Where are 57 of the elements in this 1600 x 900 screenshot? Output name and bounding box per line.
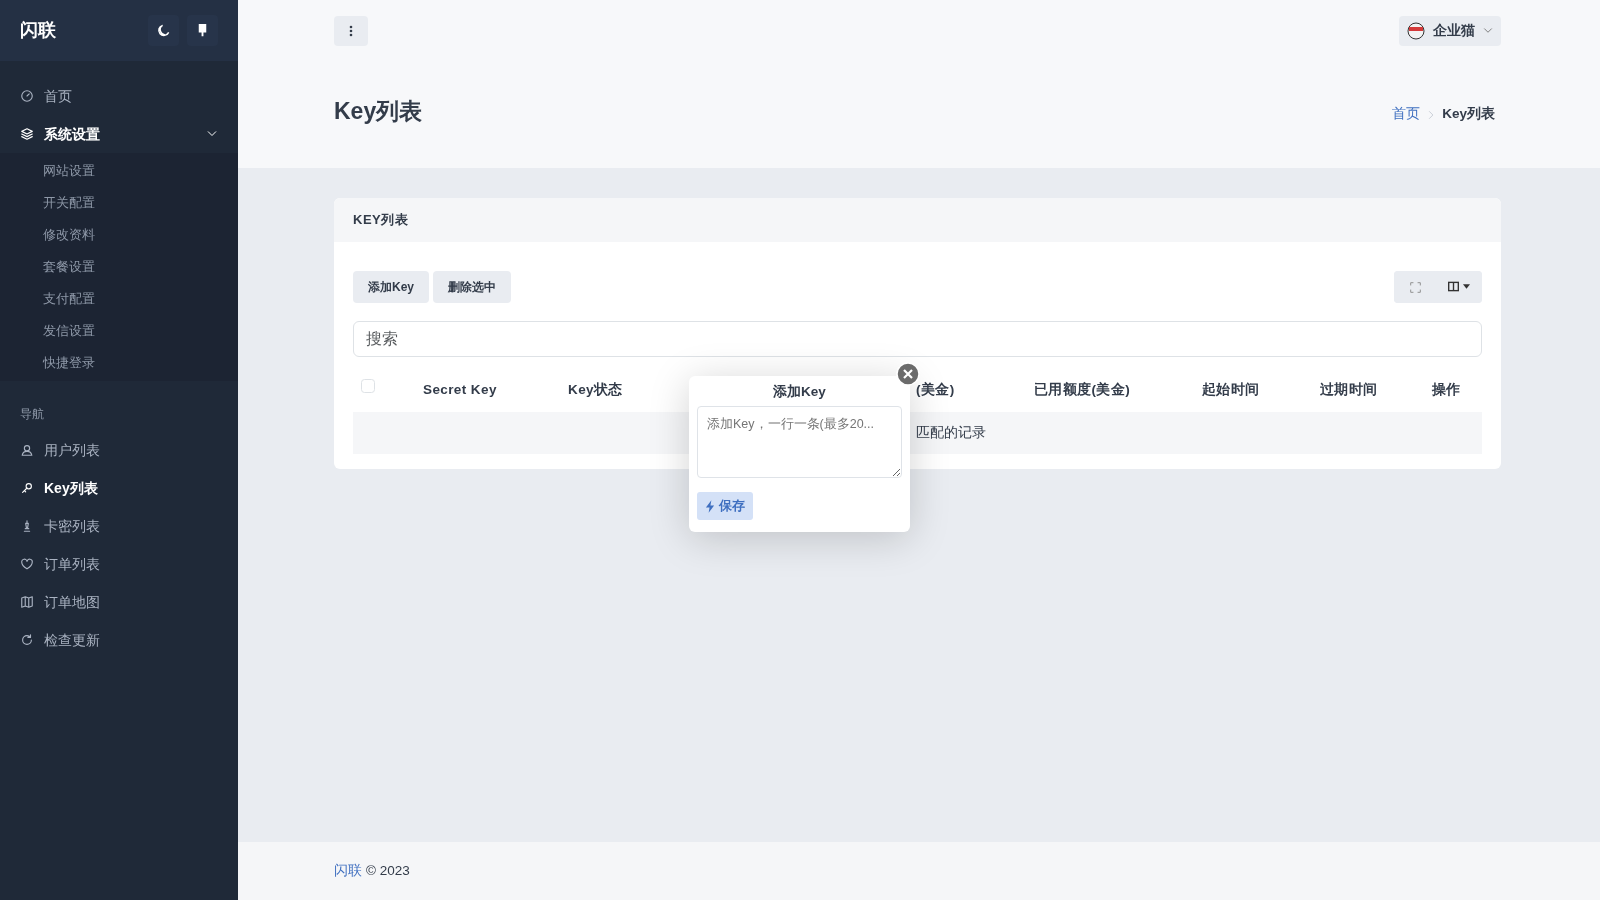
- sidebar-item[interactable]: Key列表: [0, 469, 238, 507]
- sidebar-item[interactable]: 卡密列表: [0, 507, 238, 545]
- toolbar-button[interactable]: 添加Key: [353, 270, 429, 303]
- empty-message: 匹配的记录: [916, 423, 986, 443]
- page-title: Key列表: [334, 97, 423, 126]
- submenu-item[interactable]: 套餐设置: [0, 251, 238, 283]
- submenu-item[interactable]: 快捷登录: [0, 347, 238, 379]
- submenu-item[interactable]: 发信设置: [0, 315, 238, 347]
- column-header: (美金): [916, 381, 955, 397]
- sidebar-item[interactable]: 检查更新: [0, 621, 238, 659]
- close-button[interactable]: [896, 362, 920, 386]
- user-menu-button[interactable]: 企业猫: [1399, 15, 1501, 46]
- search-field[interactable]: 搜索: [353, 320, 1482, 357]
- moon-icon: [156, 23, 171, 38]
- column-header: Secret Key: [423, 381, 497, 397]
- heart-icon: [20, 557, 34, 571]
- column-header: 过期时间: [1320, 381, 1378, 397]
- theme-toggle-button[interactable]: [148, 15, 179, 46]
- submenu-item[interactable]: 网站设置: [0, 155, 238, 187]
- map-icon: [20, 595, 34, 609]
- footer-link[interactable]: 闪联: [334, 860, 362, 882]
- save-button[interactable]: 保存: [697, 492, 753, 520]
- column-header: 操作: [1432, 381, 1461, 397]
- user-icon: [20, 443, 34, 457]
- refresh-icon: [20, 633, 34, 647]
- columns-icon: [1448, 281, 1459, 292]
- chevron-down-icon: [1483, 25, 1493, 36]
- sidebar-item[interactable]: 用户列表: [0, 431, 238, 469]
- submenu-item[interactable]: 支付配置: [0, 283, 238, 315]
- toolbar-button[interactable]: 删除选中: [433, 270, 511, 303]
- sidebar-item[interactable]: 系统设置: [0, 115, 238, 153]
- submenu-item[interactable]: 开关配置: [0, 187, 238, 219]
- caret-down-icon: [1463, 284, 1470, 289]
- avatar-icon: [1407, 21, 1425, 40]
- column-header: Key状态: [568, 381, 623, 397]
- brush-button[interactable]: [187, 15, 218, 46]
- gauge-icon: [20, 89, 34, 103]
- section-label: 导航: [19, 406, 45, 423]
- column-header: 已用额度(美金): [1034, 381, 1131, 397]
- key-input-field[interactable]: 添加Key，一行一条(最多20...: [697, 406, 902, 479]
- card-title: KEY列表: [334, 198, 1501, 242]
- sidebar-item[interactable]: 订单地图: [0, 583, 238, 621]
- submenu-item[interactable]: 修改资料: [0, 219, 238, 251]
- expand-icon: [1409, 281, 1421, 293]
- column-header: 起始时间: [1202, 381, 1260, 397]
- brand-logo: 闪联: [20, 19, 56, 42]
- copyright-text: © 2023: [366, 861, 410, 880]
- layers-icon: [20, 127, 34, 141]
- breadcrumb-link[interactable]: 首页: [1392, 104, 1421, 125]
- select-all-checkbox[interactable]: [361, 378, 375, 393]
- breadcrumb-current: Key列表: [1442, 105, 1495, 124]
- popover-title: 添加Key: [772, 383, 827, 401]
- sidebar-item[interactable]: 首页: [0, 77, 238, 115]
- key-icon: [20, 481, 34, 495]
- more-vertical-icon: [349, 24, 353, 37]
- sidebar-item[interactable]: 订单列表: [0, 545, 238, 583]
- lightning-icon: [705, 499, 715, 513]
